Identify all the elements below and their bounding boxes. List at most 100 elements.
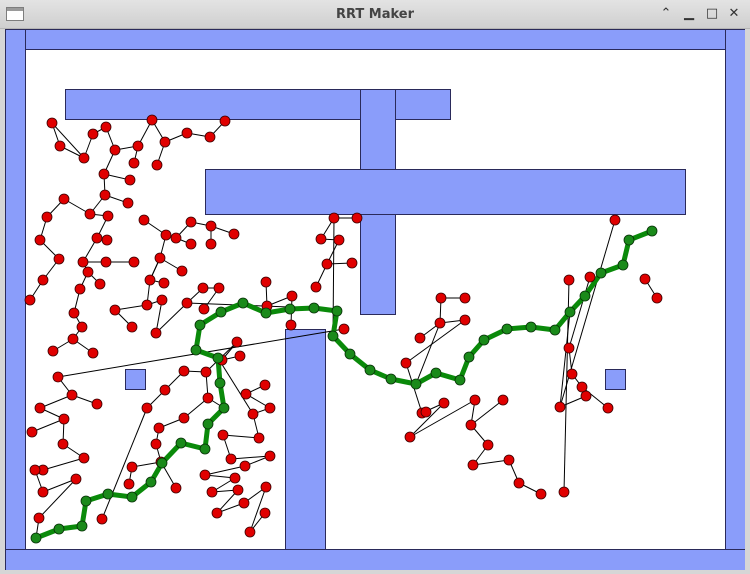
tree-node	[338, 323, 350, 335]
tree-node	[199, 469, 211, 481]
tree-edge	[101, 407, 148, 520]
tree-node	[333, 234, 345, 246]
path-node	[646, 225, 658, 237]
tree-node	[132, 140, 144, 152]
tree-node	[321, 258, 333, 270]
path-node	[214, 377, 226, 389]
tree-node	[58, 193, 70, 205]
rrt-scene[interactable]	[5, 29, 745, 570]
path-node	[199, 443, 211, 455]
minimize-icon[interactable]: ▁	[681, 6, 697, 22]
tree-node	[584, 271, 596, 283]
tree-node	[33, 512, 45, 524]
tree-node	[52, 371, 64, 383]
tree-node	[124, 174, 136, 186]
tree-node	[87, 347, 99, 359]
tree-node	[185, 216, 197, 228]
tree-node	[469, 394, 481, 406]
tree-node	[151, 159, 163, 171]
tree-node	[420, 406, 432, 418]
path-node	[190, 344, 202, 356]
tree-node	[414, 332, 426, 344]
tree-node	[260, 481, 272, 493]
path-node	[463, 351, 475, 363]
tree-node	[247, 408, 259, 420]
tree-node	[400, 357, 412, 369]
tree-node	[259, 507, 271, 519]
tree-node	[70, 473, 82, 485]
path-node	[145, 476, 157, 488]
tree-node	[459, 292, 471, 304]
tree-node	[26, 426, 38, 438]
path-node	[260, 307, 272, 319]
rrt-canvas[interactable]	[5, 29, 745, 570]
tree-node	[102, 210, 114, 222]
tree-node	[639, 273, 651, 285]
tree-node	[563, 342, 575, 354]
tree-node	[178, 365, 190, 377]
tree-node	[159, 384, 171, 396]
tree-node	[185, 238, 197, 250]
tree-node	[178, 412, 190, 424]
tree-node	[170, 482, 182, 494]
tree-node	[150, 438, 162, 450]
tree-node	[109, 304, 121, 316]
tree-node	[238, 497, 250, 509]
tree-node	[144, 274, 156, 286]
path-node	[478, 334, 490, 346]
tree-node	[66, 389, 78, 401]
path-node	[549, 324, 561, 336]
path-node	[156, 457, 168, 469]
tree-node	[315, 233, 327, 245]
tree-node	[228, 228, 240, 240]
tree-node	[34, 402, 46, 414]
tree-node	[99, 189, 111, 201]
tree-node	[244, 526, 256, 538]
tree-node	[46, 117, 58, 129]
tree-node	[58, 413, 70, 425]
tree-node	[176, 265, 188, 277]
tree-node	[154, 252, 166, 264]
tree-node	[100, 121, 112, 133]
tree-node	[467, 459, 479, 471]
tree-node	[239, 460, 251, 472]
path-node	[564, 306, 576, 318]
obstacle-rect	[5, 29, 745, 50]
tree-node	[513, 477, 525, 489]
tree-node	[94, 278, 106, 290]
tree-node	[206, 486, 218, 498]
tree-node	[37, 274, 49, 286]
close-icon[interactable]: ✕	[726, 6, 742, 22]
tree-node	[109, 144, 121, 156]
path-node	[215, 306, 227, 318]
path-node	[175, 437, 187, 449]
path-node	[430, 367, 442, 379]
tree-edge	[472, 459, 510, 466]
path-node	[410, 378, 422, 390]
tree-node	[482, 439, 494, 451]
tree-node	[29, 464, 41, 476]
chevron-up-icon[interactable]: ⌃	[658, 6, 674, 22]
path-node	[308, 302, 320, 314]
tree-edge	[204, 465, 246, 476]
tree-node	[54, 140, 66, 152]
tree-node	[286, 290, 298, 302]
tree-node	[76, 321, 88, 333]
tree-node	[217, 429, 229, 441]
maximize-icon[interactable]: □	[704, 6, 720, 22]
tree-node	[232, 484, 244, 496]
tree-node	[170, 232, 182, 244]
tree-node	[260, 276, 272, 288]
tree-edge	[51, 122, 85, 159]
tree-node	[82, 266, 94, 278]
tree-node	[126, 461, 138, 473]
tree-node	[503, 454, 515, 466]
tree-node	[181, 297, 193, 309]
tree-node	[202, 392, 214, 404]
tree-node	[535, 488, 547, 500]
tree-node	[351, 212, 363, 224]
tree-node	[197, 282, 209, 294]
path-node	[202, 418, 214, 430]
title-bar[interactable]: RRT Maker ⌃ ▁ □ ✕	[0, 0, 750, 29]
path-node	[454, 374, 466, 386]
